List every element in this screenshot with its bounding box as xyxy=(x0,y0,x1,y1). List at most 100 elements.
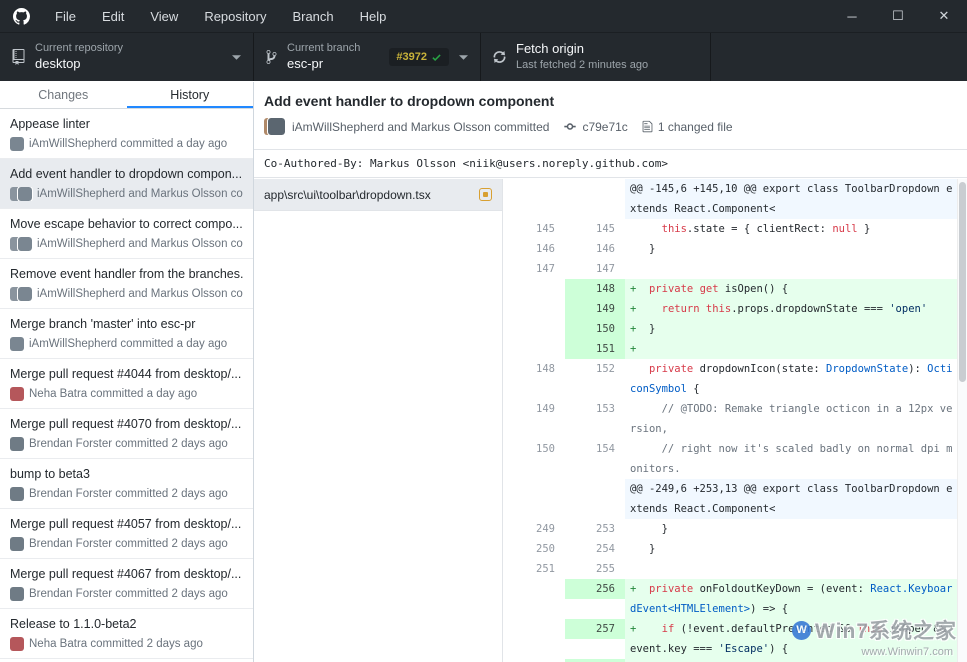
repository-picker[interactable]: Current repository desktop xyxy=(0,33,254,81)
code-token: onFoldoutKeyDown = (event: xyxy=(693,583,870,595)
code-token: private xyxy=(649,583,693,595)
history-item[interactable]: Merge pull request #4070 from desktop/..… xyxy=(0,409,253,459)
menu-repository[interactable]: Repository xyxy=(191,0,279,32)
diff-row-context: 148152 private dropdownIcon(state: Dropd… xyxy=(503,359,967,399)
diff-line-content: + if (!event.defaultPrevented && this.is… xyxy=(625,619,967,659)
code-token xyxy=(636,623,661,635)
code-token xyxy=(636,303,661,315)
avatar xyxy=(10,337,24,351)
main-panel: Add event handler to dropdown component … xyxy=(254,82,967,662)
diff-line-content: this.state = { clientRect: null } xyxy=(625,219,967,239)
commit-summary: Move escape behavior to correct compo... xyxy=(10,217,243,231)
scrollbar-thumb[interactable] xyxy=(959,182,966,382)
diff-line-content: } xyxy=(625,519,967,539)
diff-line-prefix xyxy=(630,263,636,275)
file-item[interactable]: app\src\ui\toolbar\dropdown.tsx xyxy=(254,179,502,211)
history-item[interactable]: Merge pull request #4067 from desktop/..… xyxy=(0,559,253,609)
code-token: ) => { xyxy=(750,603,788,615)
diff-line-content: + private onFoldoutKeyDown = (event: Rea… xyxy=(625,579,967,619)
code-token: } xyxy=(636,523,668,535)
new-line-number: 154 xyxy=(565,439,625,459)
diff-row-context: 250254 } xyxy=(503,539,967,559)
avatar xyxy=(10,637,24,651)
titlebar: FileEditViewRepositoryBranchHelp ─☐✕ xyxy=(0,0,967,33)
maximize-button[interactable]: ☐ xyxy=(875,0,921,32)
menu-view[interactable]: View xyxy=(137,0,191,32)
menu-branch[interactable]: Branch xyxy=(279,0,346,32)
commit-meta-text: Brendan Forster committed 2 days ago xyxy=(29,488,228,500)
code-token: this xyxy=(662,223,687,235)
repo-icon xyxy=(12,49,25,65)
diff-line-content xyxy=(625,259,967,279)
diff-row-context: 147147 xyxy=(503,259,967,279)
avatar xyxy=(18,187,32,201)
commit-meta-row: Neha Batra committed 2 days ago xyxy=(10,637,243,651)
check-icon xyxy=(431,52,442,63)
avatar xyxy=(264,118,285,135)
old-line-number: 147 xyxy=(503,259,565,279)
diff-body: @@ -145,6 +145,10 @@ export class Toolba… xyxy=(503,179,967,662)
minimize-button[interactable]: ─ xyxy=(829,0,875,32)
menu-help[interactable]: Help xyxy=(347,0,400,32)
code-token: } xyxy=(636,243,655,255)
commit-meta-text: Brendan Forster committed 2 days ago xyxy=(29,538,228,550)
commit-meta-row: Brendan Forster committed 2 days ago xyxy=(10,437,243,451)
new-line-number: 146 xyxy=(565,239,625,259)
commit-meta-row: iAmWillShepherd and Markus Olsson co... xyxy=(10,237,243,251)
history-item[interactable]: Merge branch 'master' into esc-pr iAmWill… xyxy=(0,309,253,359)
history-item[interactable]: bump to beta3Brendan Forster committed 2… xyxy=(0,459,253,509)
commit-meta-text: Neha Batra committed 2 days ago xyxy=(29,638,203,650)
avatar xyxy=(268,118,285,135)
code-token: // right now it's scaled badly on normal… xyxy=(630,443,952,475)
commit-summary: Merge branch 'master' into esc-pr xyxy=(10,317,243,331)
new-line-number: 153 xyxy=(565,399,625,419)
tab-changes[interactable]: Changes xyxy=(0,82,127,108)
tab-history[interactable]: History xyxy=(127,82,254,108)
branch-icon xyxy=(266,49,277,65)
code-token xyxy=(636,363,649,375)
avatar xyxy=(10,587,24,601)
history-item[interactable]: Merge pull request #4044 from desktop/..… xyxy=(0,359,253,409)
code-token: ) { xyxy=(769,643,788,655)
new-line-number: 253 xyxy=(565,519,625,539)
chevron-down-icon xyxy=(459,55,468,60)
commit-sha[interactable]: c79e71c xyxy=(582,120,627,134)
fetch-origin-button[interactable]: Fetch origin Last fetched 2 minutes ago xyxy=(481,33,711,81)
new-line-number: 148 xyxy=(565,279,625,299)
close-button[interactable]: ✕ xyxy=(921,0,967,32)
code-token: } xyxy=(636,543,655,555)
branch-picker[interactable]: Current branch esc-pr #3972 xyxy=(254,33,481,81)
history-item[interactable]: Appease linteriAmWillShepherd committed … xyxy=(0,109,253,159)
history-item[interactable]: Add event handler to dropdown compon...i… xyxy=(0,159,253,209)
code-token: this xyxy=(858,623,883,635)
commit-header: Add event handler to dropdown component … xyxy=(254,82,967,150)
commit-summary: Merge pull request #4044 from desktop/..… xyxy=(10,367,243,381)
menu-file[interactable]: File xyxy=(42,0,89,32)
new-line-number: 150 xyxy=(565,319,625,339)
branch-picker-label: Current branch xyxy=(287,42,360,56)
sidebar-tabs: ChangesHistory xyxy=(0,82,253,109)
diff-line-content: + } xyxy=(625,319,967,339)
code-token: 'open' xyxy=(889,303,927,315)
history-item[interactable]: Release to 1.1.0-beta2Neha Batra committ… xyxy=(0,609,253,659)
commit-summary: Remove event handler from the branches..… xyxy=(10,267,243,281)
history-item[interactable]: Remove event handler from the branches..… xyxy=(0,259,253,309)
commit-content: app\src\ui\toolbar\dropdown.tsx @@ -145,… xyxy=(254,179,967,662)
code-token: { xyxy=(687,383,700,395)
code-token: DropdownState xyxy=(826,363,908,375)
sidebar: ChangesHistory Appease linteriAmWillShep… xyxy=(0,82,254,662)
history-item[interactable]: Move escape behavior to correct compo...… xyxy=(0,209,253,259)
menu-edit[interactable]: Edit xyxy=(89,0,137,32)
scrollbar[interactable] xyxy=(957,179,967,662)
history-item[interactable]: Merge pull request #4057 from desktop/..… xyxy=(0,509,253,559)
commit-meta: iAmWillShepherd and Markus Olsson commit… xyxy=(264,118,955,135)
commit-meta-row: iAmWillShepherd and Markus Olsson co... xyxy=(10,287,243,301)
code-token: .state = { clientRect: xyxy=(687,223,832,235)
modified-status-icon xyxy=(479,188,492,201)
code-token: ): xyxy=(908,363,927,375)
file-path: app\src\ui\toolbar\dropdown.tsx xyxy=(264,188,479,202)
pr-status-badge[interactable]: #3972 xyxy=(389,48,449,66)
commit-meta-text: iAmWillShepherd committed a day ago xyxy=(29,338,227,350)
diff-row-context: 145145 this.state = { clientRect: null } xyxy=(503,219,967,239)
commit-meta-text: Neha Batra committed a day ago xyxy=(29,388,197,400)
